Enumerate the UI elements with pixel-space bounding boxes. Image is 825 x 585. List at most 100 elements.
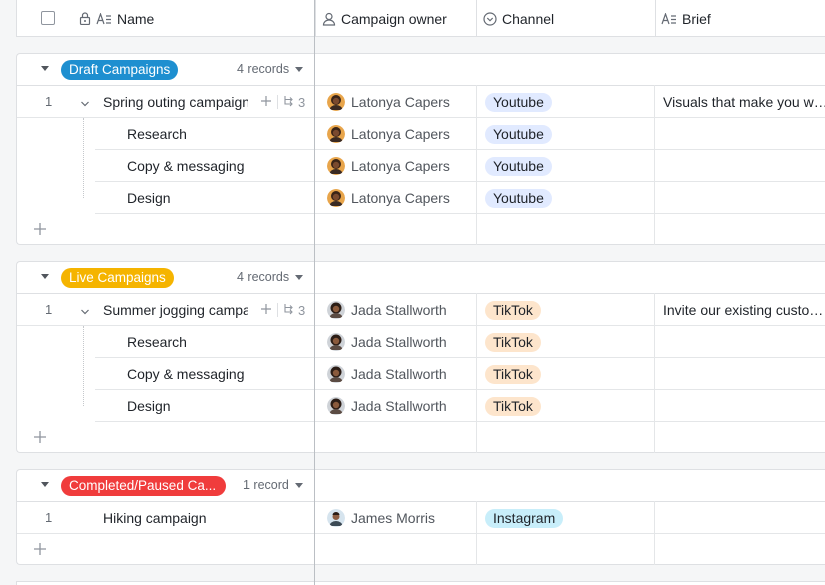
owner-cell[interactable]: Jada Stallworth: [327, 294, 447, 326]
channel-tag[interactable]: Youtube: [485, 189, 552, 208]
brief-cell[interactable]: Invite our existing customers: [663, 294, 825, 326]
collapse-group-toggle[interactable]: [41, 66, 49, 71]
chevron-down-icon: [295, 66, 304, 72]
channel-tag[interactable]: TikTok: [485, 365, 541, 384]
group-record-count[interactable]: 4 records: [237, 62, 304, 76]
table-row[interactable]: 1 Hiking campaign James Morris Instagram: [17, 502, 825, 534]
plus-icon[interactable]: [33, 222, 47, 239]
owner-cell[interactable]: Latonya Capers: [327, 182, 450, 214]
frozen-column-divider[interactable]: [314, 0, 315, 585]
channel-tag[interactable]: TikTok: [485, 397, 541, 416]
record-name[interactable]: Summer jogging campaign: [103, 294, 248, 326]
add-subrecord-icon[interactable]: [260, 95, 272, 110]
record-name[interactable]: Research: [127, 118, 307, 150]
chevron-down-icon[interactable]: [80, 304, 90, 320]
owner-name: Jada Stallworth: [351, 398, 447, 414]
channel-tag[interactable]: Youtube: [485, 157, 552, 176]
collapse-group-toggle[interactable]: [41, 482, 49, 487]
avatar: [327, 365, 345, 383]
owner-name: Jada Stallworth: [351, 334, 447, 350]
person-icon: [322, 12, 336, 26]
add-record-row[interactable]: [17, 534, 825, 565]
group-record-count[interactable]: 4 records: [237, 270, 304, 284]
avatar: [327, 93, 345, 111]
owner-name: Latonya Capers: [351, 94, 450, 110]
chevron-down-icon[interactable]: [80, 96, 90, 112]
table-row[interactable]: Research Latonya Capers Youtube: [95, 118, 825, 150]
owner-cell[interactable]: Latonya Capers: [327, 150, 450, 182]
channel-tag[interactable]: Instagram: [485, 509, 564, 528]
owner-name: Jada Stallworth: [351, 302, 447, 318]
table-row[interactable]: 1 Spring outing campaign 3 Latonya Caper…: [17, 86, 825, 118]
table-row[interactable]: Research Jada Stallworth TikTok: [95, 326, 825, 358]
record-name[interactable]: Design: [127, 182, 307, 214]
group-record-count[interactable]: 1 record: [243, 478, 303, 492]
add-record-row[interactable]: [17, 214, 825, 245]
owner-cell[interactable]: Latonya Capers: [327, 118, 450, 150]
owner-cell[interactable]: Jada Stallworth: [327, 326, 447, 358]
table-view: Name Campaign owner Channel Brief Draft …: [0, 0, 825, 585]
group-completed-paused-campaigns: Completed/Paused Ca... 1 record 1 Hiking…: [16, 469, 825, 565]
text-field-icon: [661, 12, 677, 25]
group-live-campaigns: Live Campaigns 4 records 1 Summer joggin…: [16, 261, 825, 453]
column-label-brief: Brief: [682, 10, 711, 27]
record-name[interactable]: Design: [127, 390, 307, 422]
column-header-campaign-owner[interactable]: Campaign owner: [322, 0, 447, 37]
table-row[interactable]: Design Jada Stallworth TikTok: [95, 390, 825, 422]
channel-tag[interactable]: TikTok: [485, 301, 541, 320]
subrecord-hierarchy-icon[interactable]: [283, 95, 295, 110]
next-group-edge: [16, 581, 825, 585]
column-header-brief[interactable]: Brief: [661, 0, 711, 37]
subrecord-count: 3: [298, 94, 306, 110]
plus-icon[interactable]: [33, 542, 47, 559]
owner-cell[interactable]: James Morris: [327, 502, 435, 534]
text-field-icon: [96, 12, 112, 25]
plus-icon[interactable]: [33, 430, 47, 447]
owner-cell[interactable]: Latonya Capers: [327, 86, 450, 118]
channel-tag[interactable]: Youtube: [485, 125, 552, 144]
subrecord-controls: 3: [260, 86, 305, 118]
avatar: [327, 157, 345, 175]
column-label-channel: Channel: [502, 10, 555, 27]
column-label-name: Name: [117, 10, 155, 27]
add-record-row[interactable]: [17, 422, 825, 453]
column-header-channel[interactable]: Channel: [483, 0, 554, 37]
add-subrecord-icon[interactable]: [260, 303, 272, 318]
select-all-checkbox[interactable]: [41, 11, 55, 25]
row-number: 1: [45, 302, 53, 317]
collapse-group-toggle[interactable]: [41, 274, 49, 279]
record-name[interactable]: Copy & messaging: [127, 358, 307, 390]
avatar: [327, 301, 345, 319]
lock-icon: [79, 12, 91, 25]
owner-name: Latonya Capers: [351, 190, 450, 206]
owner-name: Latonya Capers: [351, 158, 450, 174]
record-name[interactable]: Research: [127, 326, 307, 358]
channel-tag[interactable]: Youtube: [485, 93, 552, 112]
owner-name: Latonya Capers: [351, 126, 450, 142]
owner-cell[interactable]: Jada Stallworth: [327, 390, 447, 422]
group-draft-campaigns: Draft Campaigns 4 records 1 Spring outin…: [16, 53, 825, 245]
single-select-icon: [483, 11, 497, 26]
owner-cell[interactable]: Jada Stallworth: [327, 358, 447, 390]
table-row[interactable]: Copy & messaging Jada Stallworth TikTok: [95, 358, 825, 390]
subrecord-hierarchy-icon[interactable]: [283, 303, 295, 318]
record-name[interactable]: Spring outing campaign: [103, 86, 248, 118]
avatar: [327, 397, 345, 415]
column-label-campaign-owner: Campaign owner: [341, 10, 447, 27]
record-name[interactable]: Copy & messaging: [127, 150, 307, 182]
group-label[interactable]: Draft Campaigns: [61, 60, 179, 80]
brief-cell[interactable]: Visuals that make you want to get outsid…: [663, 86, 825, 118]
table-row[interactable]: Design Latonya Capers Youtube: [95, 182, 825, 214]
chevron-down-icon: [295, 274, 304, 280]
record-name[interactable]: Hiking campaign: [103, 502, 283, 534]
column-header-name[interactable]: Name: [79, 0, 154, 37]
group-label[interactable]: Live Campaigns: [61, 268, 174, 288]
table-row[interactable]: Copy & messaging Latonya Capers Youtube: [95, 150, 825, 182]
row-number: 1: [45, 510, 53, 525]
table-row[interactable]: 1 Summer jogging campaign 3 Jada Stallwo…: [17, 294, 825, 326]
channel-tag[interactable]: TikTok: [485, 333, 541, 352]
table-header: Name Campaign owner Channel Brief: [16, 0, 825, 37]
group-label[interactable]: Completed/Paused Ca...: [61, 476, 226, 496]
subrecord-controls: 3: [260, 294, 305, 326]
group-header: Draft Campaigns 4 records: [17, 54, 825, 86]
